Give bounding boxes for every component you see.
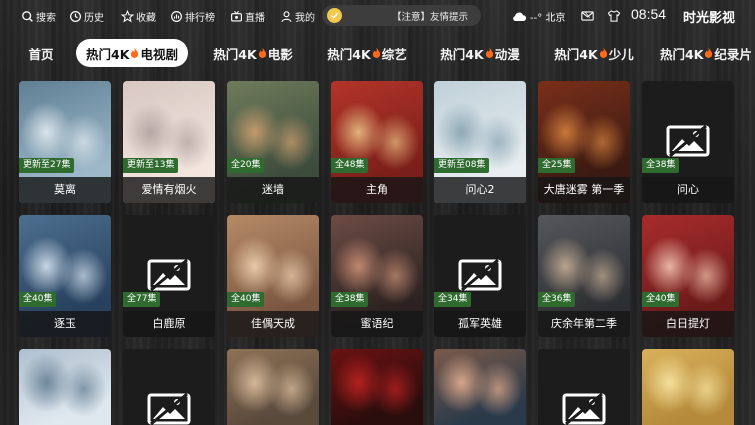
episode-badge: 全40集 [19,292,57,307]
episode-badge: 更新至27集 [19,158,75,173]
poster-card[interactable]: 全40集逐玉 [19,215,111,337]
poster-card[interactable]: 全20集迷墙 [227,81,319,203]
poster-card[interactable]: 全40集佳偶天成 [227,215,319,337]
episode-badge: 全40集 [227,292,265,307]
poster-card[interactable] [642,349,734,425]
poster-card[interactable]: 全38集问心 [642,81,734,203]
episode-badge: 更新至08集 [434,158,490,173]
poster-card[interactable] [123,349,215,425]
poster-card[interactable] [227,349,319,425]
episode-badge: 更新至13集 [123,158,179,173]
poster-card[interactable]: 全34集孤军英雄 [434,215,526,337]
image-placeholder-icon [666,125,710,157]
poster-card[interactable] [19,349,111,425]
episode-badge: 全25集 [538,158,576,173]
poster-card[interactable]: 更新至13集爱情有烟火 [123,81,215,203]
poster-card[interactable] [538,349,630,425]
card-title: 逐玉 [19,311,111,337]
content-grid: 更新至27集莫离 更新至13集爱情有烟火 全20集迷墙 全48集主角 更新至08集问心2… [0,0,755,425]
episode-badge: 全20集 [227,158,265,173]
poster-card[interactable]: 全40集白日提灯 [642,215,734,337]
card-title: 主角 [331,177,423,203]
episode-badge: 全38集 [642,158,680,173]
card-title: 庆余年第二季 [538,311,630,337]
card-title: 问心2 [434,177,526,203]
poster-image [331,349,423,425]
episode-badge: 全36集 [538,292,576,307]
poster-card[interactable]: 全77集白鹿原 [123,215,215,337]
poster-card[interactable] [434,349,526,425]
image-placeholder-icon [147,259,191,291]
image-placeholder-icon [562,393,606,425]
episode-badge: 全38集 [331,292,369,307]
card-title: 蜜语纪 [331,311,423,337]
card-title: 大唐迷雾 第一季 [538,177,630,203]
poster-image [642,349,734,425]
card-title: 白鹿原 [123,311,215,337]
poster-card[interactable]: 全25集大唐迷雾 第一季 [538,81,630,203]
episode-badge: 全40集 [642,292,680,307]
poster-image [227,349,319,425]
card-title: 问心 [642,177,734,203]
poster-card[interactable]: 更新至08集问心2 [434,81,526,203]
poster-image [434,349,526,425]
poster-card[interactable]: 全38集蜜语纪 [331,215,423,337]
episode-badge: 全34集 [434,292,472,307]
poster-card[interactable]: 全48集主角 [331,81,423,203]
episode-badge: 全77集 [123,292,161,307]
poster-card[interactable]: 全36集庆余年第二季 [538,215,630,337]
poster-image [19,349,111,425]
card-title: 佳偶天成 [227,311,319,337]
image-placeholder-icon [458,259,502,291]
card-title: 迷墙 [227,177,319,203]
image-placeholder-icon [147,393,191,425]
poster-card[interactable] [331,349,423,425]
poster-card[interactable]: 更新至27集莫离 [19,81,111,203]
card-title: 孤军英雄 [434,311,526,337]
episode-badge: 全48集 [331,158,369,173]
card-title: 莫离 [19,177,111,203]
card-title: 爱情有烟火 [123,177,215,203]
card-title: 白日提灯 [642,311,734,337]
